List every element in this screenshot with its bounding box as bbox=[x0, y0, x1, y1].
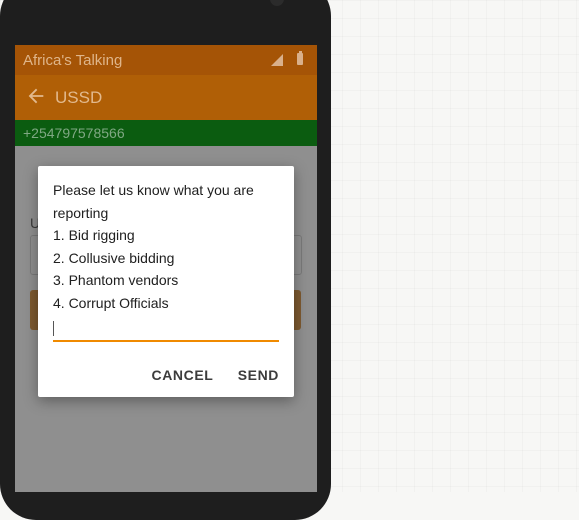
dialog-actions: CANCEL SEND bbox=[132, 367, 279, 383]
ussd-response-input[interactable] bbox=[53, 316, 279, 342]
battery-icon bbox=[297, 51, 303, 65]
signal-icon bbox=[271, 54, 283, 66]
dialog-message-line: Please let us know what you are reportin… bbox=[53, 182, 254, 221]
dialog-message: Please let us know what you are reportin… bbox=[53, 179, 275, 314]
app-bar: USSD bbox=[15, 75, 317, 120]
send-button[interactable]: SEND bbox=[238, 367, 279, 383]
dialog-option-4: 4. Corrupt Officials bbox=[53, 294, 169, 311]
dialog-option-2: 2. Collusive bidding bbox=[53, 249, 175, 266]
text-cursor bbox=[53, 321, 54, 336]
phone-speaker bbox=[270, 0, 284, 6]
ussd-dialog: Please let us know what you are reportin… bbox=[38, 166, 294, 397]
dialog-option-3: 3. Phantom vendors bbox=[53, 272, 179, 288]
dialog-option-1: 1. Bid rigging bbox=[53, 227, 135, 243]
app-bar-title: USSD bbox=[55, 88, 103, 107]
phone-number-bar: +254797578566 bbox=[15, 120, 317, 146]
cancel-button[interactable]: CANCEL bbox=[152, 367, 214, 383]
status-bar-title: Africa's Talking bbox=[23, 52, 123, 69]
phone-number: +254797578566 bbox=[23, 125, 125, 141]
arrow-back-icon[interactable] bbox=[25, 85, 47, 107]
status-bar: Africa's Talking bbox=[15, 45, 317, 75]
